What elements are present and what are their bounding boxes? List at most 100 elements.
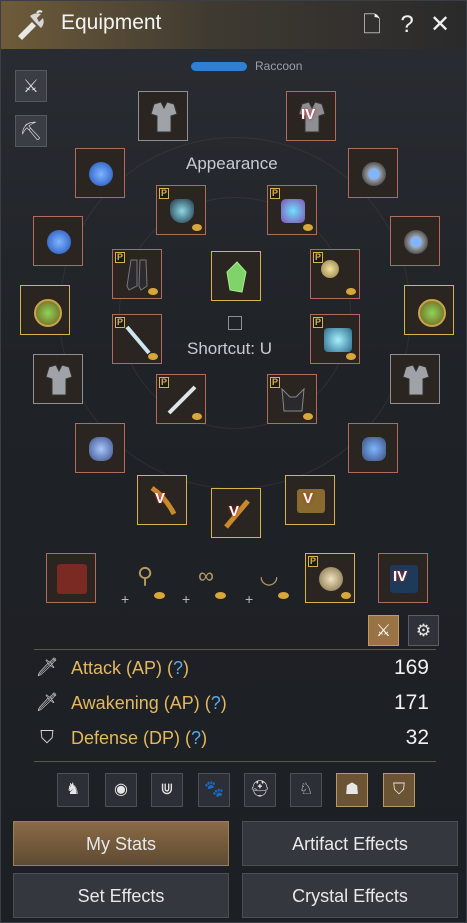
coin-icon <box>341 592 351 599</box>
help-link[interactable]: ? <box>173 658 183 678</box>
necklace-right-slot[interactable] <box>348 423 398 473</box>
preset-badge: P <box>313 252 324 263</box>
crossed-swords-button[interactable]: ⚔ <box>15 70 47 102</box>
stat-label: Awakening (AP) (?) <box>71 693 227 713</box>
tab-crystal-effects[interactable]: Crystal Effects <box>242 873 458 918</box>
coin-icon <box>303 413 313 420</box>
hat-slot[interactable]: P <box>156 185 206 235</box>
stat-label: Attack (AP) (?) <box>71 658 190 678</box>
shortcut-checkbox[interactable] <box>228 316 242 330</box>
pet-icon <box>319 567 343 591</box>
tier-badge: IV <box>393 568 408 585</box>
plus-icon: + <box>121 591 130 607</box>
bracelet-left-slot[interactable] <box>75 423 125 473</box>
paw-icon[interactable]: 🐾 <box>198 773 230 807</box>
document-icon[interactable]: 🗋 <box>359 11 385 39</box>
gear-toggle-button[interactable]: ⚔ <box>368 615 399 646</box>
preset-badge: P <box>313 317 324 328</box>
belt-icon <box>34 299 62 327</box>
pickaxe-button[interactable]: ⛏ <box>15 115 47 147</box>
costume-armor-right-slot[interactable]: IV <box>286 91 336 141</box>
ring-right-slot[interactable] <box>348 148 398 198</box>
tab-my-stats[interactable]: My Stats <box>13 821 229 866</box>
helmet-icon[interactable]: ⛑ <box>244 773 276 807</box>
horse-armor-icon[interactable]: ♘ <box>290 773 322 807</box>
ring-icon <box>362 162 386 186</box>
pet-slot[interactable]: P <box>305 553 355 603</box>
help-link[interactable]: ? <box>211 693 221 713</box>
ring-2-right-slot[interactable] <box>390 216 440 266</box>
crystal-icon <box>226 261 247 293</box>
hood-icon[interactable]: ☗ <box>336 773 368 807</box>
underwear-toggle-icon[interactable]: ⋓ <box>151 773 183 807</box>
main-weapon-slot[interactable]: V <box>137 475 187 525</box>
boots-icon <box>126 259 148 291</box>
coin-icon <box>148 353 158 360</box>
glasses-icon: ∞ <box>198 563 214 588</box>
stat-label: Defense (DP) (?) <box>71 728 208 748</box>
awakening-stat-row: 🗡 Awakening (AP) (?) 171 <box>35 690 435 718</box>
mask-costume-slot[interactable]: ◡ + <box>245 563 289 607</box>
artifact-slot[interactable]: IV <box>378 553 428 603</box>
defense-stat-row: ⛉ Defense (DP) (?) 32 <box>35 725 435 753</box>
costume-armor-left-slot[interactable] <box>138 91 188 141</box>
accessory-slot[interactable]: P <box>310 249 360 299</box>
armor-icon <box>45 364 73 396</box>
awakening-weapon-slot[interactable]: V <box>211 488 261 538</box>
horse-icon[interactable]: ♞ <box>57 773 89 807</box>
stat-value: 171 <box>393 691 429 714</box>
tier-badge: V <box>229 503 240 520</box>
underwear-slot[interactable]: P <box>267 374 317 424</box>
equipment-window: Equipment 🗋 ? ✕ Raccoon ⚔ ⛏ IV Appearanc… <box>0 0 467 923</box>
sub-weapon-costume-slot[interactable]: P <box>310 314 360 364</box>
earring-2-left-slot[interactable] <box>33 216 83 266</box>
shield-toggle-icon[interactable]: ⛉ <box>383 773 415 807</box>
plus-icon: + <box>245 591 254 607</box>
sub-weapon-slot[interactable]: V <box>285 475 335 525</box>
settings-gear-icon[interactable]: ⚙ <box>408 615 439 646</box>
ring-icon <box>321 260 339 278</box>
coin-icon <box>346 288 356 295</box>
coin-icon <box>192 224 202 231</box>
earring-costume-slot[interactable]: ⚲ + <box>121 563 165 607</box>
belt-right-slot[interactable] <box>404 285 454 335</box>
armor-icon <box>402 364 430 396</box>
stat-value: 169 <box>393 656 429 679</box>
mask-icon[interactable]: ◉ <box>105 773 137 807</box>
character-name: Raccoon <box>191 59 331 75</box>
outfit-slot[interactable]: P <box>267 185 317 235</box>
tab-artifact-effects[interactable]: Artifact Effects <box>242 821 458 866</box>
preset-badge: P <box>270 188 281 199</box>
help-button[interactable]: ? <box>394 11 420 39</box>
shield-icon: ⛉ <box>40 727 54 747</box>
outfit-icon <box>281 199 305 223</box>
earring-left-slot[interactable] <box>75 148 125 198</box>
coin-icon <box>192 413 202 420</box>
shoes-slot[interactable]: P <box>112 249 162 299</box>
sword-icon: 🗡 <box>35 692 59 712</box>
appearance-label: Appearance <box>186 154 278 173</box>
belt-left-slot[interactable] <box>20 285 70 335</box>
coin-icon <box>215 592 226 599</box>
glasses-costume-slot[interactable]: ∞ + <box>182 563 226 607</box>
tier-badge: IV <box>301 106 316 123</box>
ring-icon <box>404 230 428 254</box>
alchemy-stone-slot[interactable] <box>46 553 96 603</box>
help-link[interactable]: ? <box>191 728 201 748</box>
tab-set-effects[interactable]: Set Effects <box>13 873 229 918</box>
underwear-icon <box>281 387 305 412</box>
title-bar[interactable]: Equipment 🗋 ? ✕ <box>1 1 466 49</box>
character-name-text: Raccoon <box>255 59 303 73</box>
earring-icon <box>89 162 113 186</box>
attack-stat-row: 🗡 Attack (AP) (?) 169 <box>35 655 435 683</box>
awakening-costume-slot[interactable]: P <box>156 374 206 424</box>
weapon-costume-slot[interactable]: P <box>112 314 162 364</box>
armor-left-slot[interactable] <box>33 354 83 404</box>
armor-right-slot[interactable] <box>390 354 440 404</box>
belt-icon <box>418 299 446 327</box>
coin-icon <box>148 288 158 295</box>
close-button[interactable]: ✕ <box>427 11 453 39</box>
coin-icon <box>278 592 289 599</box>
book-icon <box>324 328 352 352</box>
crystal-slot[interactable] <box>211 251 261 301</box>
